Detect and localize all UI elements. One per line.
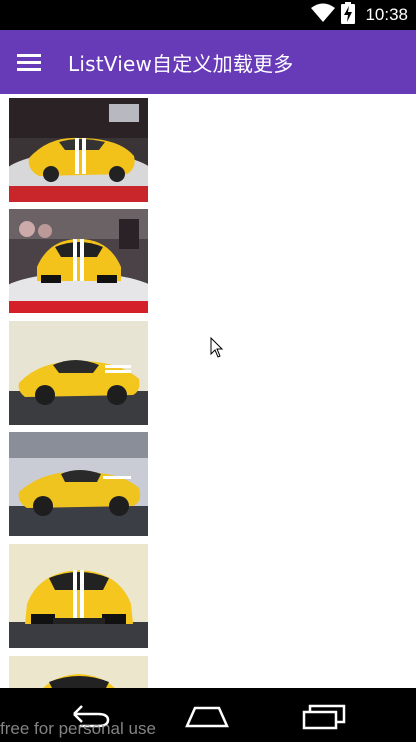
wifi-icon bbox=[311, 3, 336, 27]
list-item[interactable] bbox=[9, 656, 148, 688]
watermark-text: free for personal use bbox=[0, 719, 156, 738]
list-item[interactable] bbox=[9, 432, 148, 536]
list-item[interactable] bbox=[9, 321, 148, 425]
status-bar: 10:38 bbox=[0, 0, 416, 30]
yellow-ferrari-turntable-photo bbox=[9, 98, 148, 202]
mouse-pointer-icon bbox=[210, 336, 224, 359]
clock: 10:38 bbox=[365, 5, 408, 24]
home-icon[interactable] bbox=[183, 700, 231, 732]
status-icons: 10:38 bbox=[311, 2, 408, 28]
yellow-ferrari-front-photo bbox=[9, 544, 148, 648]
yellow-ferrari-front-show-photo bbox=[9, 209, 148, 313]
system-nav-bar: free for personal use bbox=[0, 688, 416, 742]
yellow-ferrari-rear-side-photo bbox=[9, 432, 148, 536]
page-title: ListView自定义加载更多 bbox=[68, 52, 294, 76]
battery-charging-icon bbox=[341, 2, 356, 28]
app-bar: ListView自定义加载更多 bbox=[0, 30, 416, 94]
yellow-ferrari-side-photo bbox=[9, 321, 148, 425]
yellow-ferrari-partial-photo bbox=[9, 656, 148, 688]
hamburger-menu-icon[interactable] bbox=[14, 48, 46, 76]
car-list[interactable] bbox=[0, 94, 416, 688]
recents-icon[interactable] bbox=[300, 700, 348, 732]
list-item[interactable] bbox=[9, 209, 148, 313]
list-item[interactable] bbox=[9, 98, 148, 202]
list-item[interactable] bbox=[9, 544, 148, 648]
